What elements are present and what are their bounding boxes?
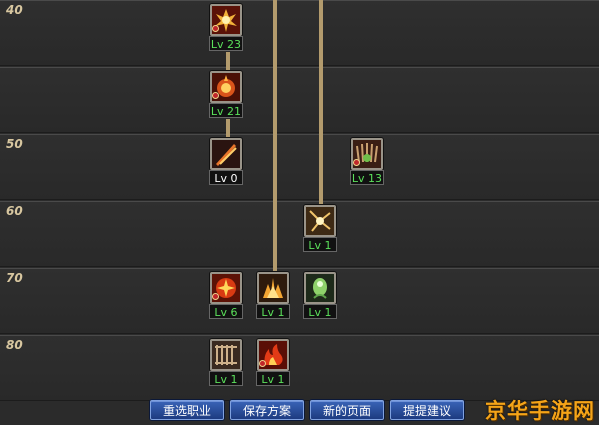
skill-level-label: Lv 21 <box>209 103 243 118</box>
skill-level-label: Lv 0 <box>209 170 243 185</box>
skill-80-inferno[interactable]: Lv 1 <box>256 339 290 389</box>
level-label: 60 <box>6 204 23 218</box>
skill-70-nova[interactable]: Lv 6 <box>209 272 243 322</box>
fire-slash-icon <box>210 138 242 170</box>
reselect-class-button[interactable]: 重选职业 <box>150 400 224 420</box>
skill-50-fire-slash[interactable]: Lv 0 <box>209 138 243 188</box>
skill-level-label: Lv 1 <box>303 304 337 319</box>
upgrade-badge-icon <box>212 25 219 32</box>
skill-70-spirit[interactable]: Lv 1 <box>303 272 337 322</box>
skill-60-shockwave[interactable]: Lv 1 <box>303 205 337 255</box>
level-row-70: 70 <box>0 268 599 334</box>
new-page-button[interactable]: 新的页面 <box>310 400 384 420</box>
level-label: 50 <box>6 137 23 151</box>
skill-level-label: Lv 1 <box>303 237 337 252</box>
level-row-50: 50 <box>0 134 599 200</box>
shockwave-icon <box>304 205 336 237</box>
skill-level-label: Lv 6 <box>209 304 243 319</box>
level-label: 80 <box>6 338 23 352</box>
cage-icon <box>210 339 242 371</box>
save-plan-button[interactable]: 保存方案 <box>230 400 304 420</box>
site-watermark: 京华手游网 <box>485 399 595 423</box>
skill-level-label: Lv 1 <box>256 371 290 386</box>
skill-level-label: Lv 1 <box>209 371 243 386</box>
upgrade-badge-icon <box>212 92 219 99</box>
level-row-45 <box>0 67 599 133</box>
skill-45-explosion[interactable]: Lv 21 <box>209 71 243 121</box>
skill-connector <box>319 0 323 204</box>
eruption-icon <box>257 272 289 304</box>
level-label: 40 <box>6 3 23 17</box>
skill-level-label: Lv 1 <box>256 304 290 319</box>
skill-80-cage[interactable]: Lv 1 <box>209 339 243 389</box>
level-label: 70 <box>6 271 23 285</box>
level-row-60: 60 <box>0 201 599 267</box>
upgrade-badge-icon <box>353 159 360 166</box>
skill-level-label: Lv 23 <box>209 36 243 51</box>
skill-70-eruption[interactable]: Lv 1 <box>256 272 290 322</box>
upgrade-badge-icon <box>212 293 219 300</box>
skill-connector <box>273 0 277 271</box>
spirit-icon <box>304 272 336 304</box>
upgrade-badge-icon <box>259 360 266 367</box>
skill-connector <box>226 119 230 137</box>
skill-level-label: Lv 13 <box>350 170 384 185</box>
suggestion-button[interactable]: 提提建议 <box>390 400 464 420</box>
level-row-80: 80 <box>0 335 599 401</box>
skill-50-summon[interactable]: Lv 13 <box>350 138 384 188</box>
level-row-40: 40 <box>0 0 599 66</box>
skill-connector <box>226 52 230 70</box>
skill-40-flame-burst[interactable]: Lv 23 <box>209 4 243 54</box>
